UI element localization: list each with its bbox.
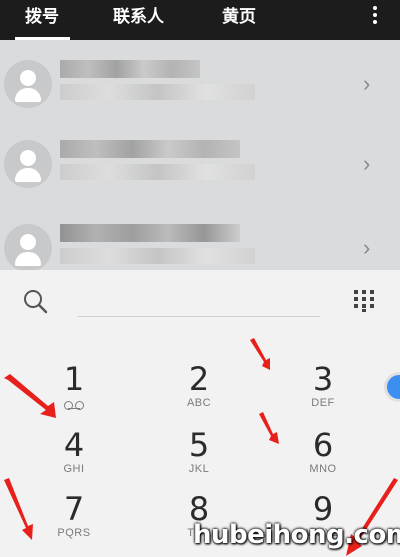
blurred-call-detail — [60, 164, 255, 180]
overflow-menu-icon[interactable] — [371, 6, 379, 28]
key-digit: 2 — [188, 360, 210, 398]
call-log-list: › › › — [0, 40, 400, 272]
top-tab-bar: 拨号 联系人 黄页 — [0, 0, 400, 40]
key-digit: 7 — [63, 490, 85, 528]
dialpad-grid-icon[interactable] — [352, 288, 376, 312]
blurred-call-detail — [60, 84, 255, 100]
dial-key-2[interactable]: 2 ABC — [159, 362, 239, 422]
tab-dialer[interactable]: 拨号 — [25, 0, 59, 40]
dial-key-5[interactable]: 5 JKL — [159, 428, 239, 488]
key-letters: GHI — [63, 463, 85, 475]
key-digit: 5 — [188, 426, 210, 464]
chevron-right-icon[interactable]: › — [363, 237, 375, 259]
tab-contacts[interactable]: 联系人 — [113, 0, 164, 40]
number-input-field[interactable] — [78, 316, 320, 317]
blurred-call-detail — [60, 248, 255, 264]
voicemail-icon — [64, 401, 84, 410]
dialpad-panel: 1 2 ABC 3 DEF 4 GHI 5 JKL 6 MNO 7 PQRS 8 — [0, 270, 400, 557]
dial-key-6[interactable]: 6 MNO — [283, 428, 363, 488]
call-log-row[interactable]: › — [0, 52, 400, 132]
key-letters: PQRS — [57, 527, 91, 539]
dial-key-7[interactable]: 7 PQRS — [34, 492, 114, 552]
key-letters: DEF — [311, 397, 335, 409]
call-log-row[interactable]: › — [0, 132, 400, 212]
dial-key-3[interactable]: 3 DEF — [283, 362, 363, 422]
key-letters: ABC — [186, 397, 212, 409]
avatar — [4, 224, 52, 272]
chevron-right-icon[interactable]: › — [363, 153, 375, 175]
dial-key-4[interactable]: 4 GHI — [34, 428, 114, 488]
search-icon[interactable] — [22, 288, 48, 314]
blurred-contact-name — [60, 60, 200, 78]
avatar — [4, 60, 52, 108]
floating-call-button[interactable] — [384, 372, 400, 402]
key-letters: MNO — [309, 463, 337, 475]
key-digit: 3 — [312, 360, 334, 398]
dial-key-1[interactable]: 1 — [34, 362, 114, 422]
dialer-screen: 拨号 联系人 黄页 › › › 1 2 ABC 3 DEF 4 GHI 5 JK… — [0, 0, 400, 557]
blurred-contact-name — [60, 140, 240, 158]
watermark-text: hubeihong.com — [193, 520, 400, 550]
chevron-right-icon[interactable]: › — [363, 73, 375, 95]
key-letters: JKL — [188, 463, 210, 475]
tab-yellow-pages[interactable]: 黄页 — [222, 0, 256, 40]
key-digit: 4 — [63, 426, 85, 464]
key-digit: 6 — [312, 426, 334, 464]
blurred-contact-name — [60, 224, 240, 242]
key-digit: 1 — [63, 360, 85, 398]
avatar — [4, 140, 52, 188]
